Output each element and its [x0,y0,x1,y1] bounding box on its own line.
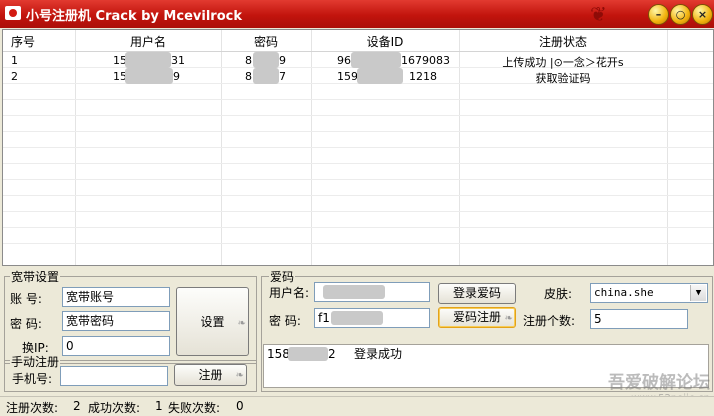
column-header-device-id[interactable]: 设备ID [311,33,459,50]
log-phone-end: 2 [328,347,336,361]
ornament-icon: ❧ [235,370,244,381]
aima-password-prefix: f1 [318,311,330,325]
redacted-device-id [351,52,401,68]
manual-register-button-label: 注册 [198,368,223,382]
redacted-password [253,68,279,84]
redacted-username [125,52,171,68]
phone-number-input[interactable] [60,366,168,386]
success-count-label: 成功次数: [88,401,141,415]
chevron-down-icon[interactable]: ▼ [690,285,706,301]
redacted-device-id [357,68,403,84]
row-username-end: 9 [173,70,180,83]
password-label: 密 码: [10,317,42,331]
phone-label: 手机号: [12,372,53,386]
column-header-password[interactable]: 密码 [221,33,311,50]
login-aima-button-label: 登录爱码 [452,286,501,300]
row-status: 上传成功 |⊙一念＞花开s [502,56,624,69]
redacted-username [125,68,173,84]
row-password-start: 8 [245,54,252,67]
change-ip-input[interactable]: 0 [62,336,170,356]
table-header: 序号 用户名 密码 设备ID 注册状态 [3,30,713,52]
aima-password-label: 密 码: [269,314,301,328]
log-message: 登录成功 [354,347,403,361]
broadband-password-input[interactable]: 宽带密码 [62,311,170,331]
broadband-group-label: 宽带设置 [10,268,61,285]
app-icon [5,6,21,20]
row-status: 获取验证码 [535,72,591,85]
row-index: 2 [11,70,18,83]
fail-count-label: 失败次数: [168,401,221,415]
redacted-username [323,285,385,299]
skin-select[interactable]: china.she ▼ [590,283,708,303]
ornament-icon: ❧ [237,318,246,329]
row-password-start: 8 [245,70,252,83]
close-button[interactable]: × [692,4,713,25]
aima-username-input[interactable] [314,282,430,302]
row-device-start: 96 [337,54,351,67]
row-index: 1 [11,54,18,67]
manual-register-label: 手动注册 [10,353,61,370]
status-bar: 注册次数: 2 成功次数: 1 失败次数: 0 [0,396,714,415]
manual-register-button[interactable]: 注册 ❧ [174,364,247,386]
skin-label: 皮肤: [544,287,573,301]
row-password-end: 9 [279,54,286,67]
window-title: 小号注册机 Crack by Mcevilrock [26,9,242,24]
decoration-swirl-icon: ❦ [590,2,607,26]
setup-button[interactable]: 设置 ❧ [176,287,249,356]
redacted-phone [288,347,328,361]
fail-count-value: 0 [236,399,244,413]
ornament-icon: ❧ [504,313,513,324]
aima-register-button[interactable]: 爱码注册 ❧ [438,307,516,328]
setup-button-label: 设置 [200,315,225,329]
register-count-label: 注册个数: [523,314,576,328]
login-aima-button[interactable]: 登录爱码 [438,283,516,304]
registration-table[interactable]: 序号 用户名 密码 设备ID 注册状态 1 15 31 8 9 96 16790… [2,29,714,266]
account-label: 账 号: [10,292,42,306]
skin-select-value: china.she [594,286,654,299]
column-header-index[interactable]: 序号 [3,33,43,50]
column-header-status[interactable]: 注册状态 [459,33,667,50]
aima-register-button-label: 爱码注册 [452,310,501,324]
minimize-button[interactable]: – [648,4,669,25]
total-count-value: 2 [73,399,81,413]
aima-group-label: 爱码 [269,268,296,285]
row-username-end: 31 [171,54,185,67]
watermark-title: 吾爱破解论坛 [608,373,710,393]
aima-username-label: 用户名: [269,286,310,300]
row-password-end: 7 [279,70,286,83]
aima-password-input[interactable]: f1 [314,308,430,328]
maximize-button[interactable]: ○ [670,4,691,25]
row-device-end: 1218 [409,70,437,83]
total-count-label: 注册次数: [6,401,59,415]
title-bar: 小号注册机 Crack by Mcevilrock ❦ – ○ × [0,0,714,28]
row-device-end: 1679083 [401,54,450,67]
column-header-username[interactable]: 用户名 [75,33,221,50]
broadband-account-input[interactable]: 宽带账号 [62,287,170,307]
register-count-input[interactable]: 5 [590,309,688,329]
row-device-start: 159 [337,70,358,83]
success-count-value: 1 [155,399,163,413]
redacted-password [253,52,279,68]
redacted-password [331,311,383,325]
